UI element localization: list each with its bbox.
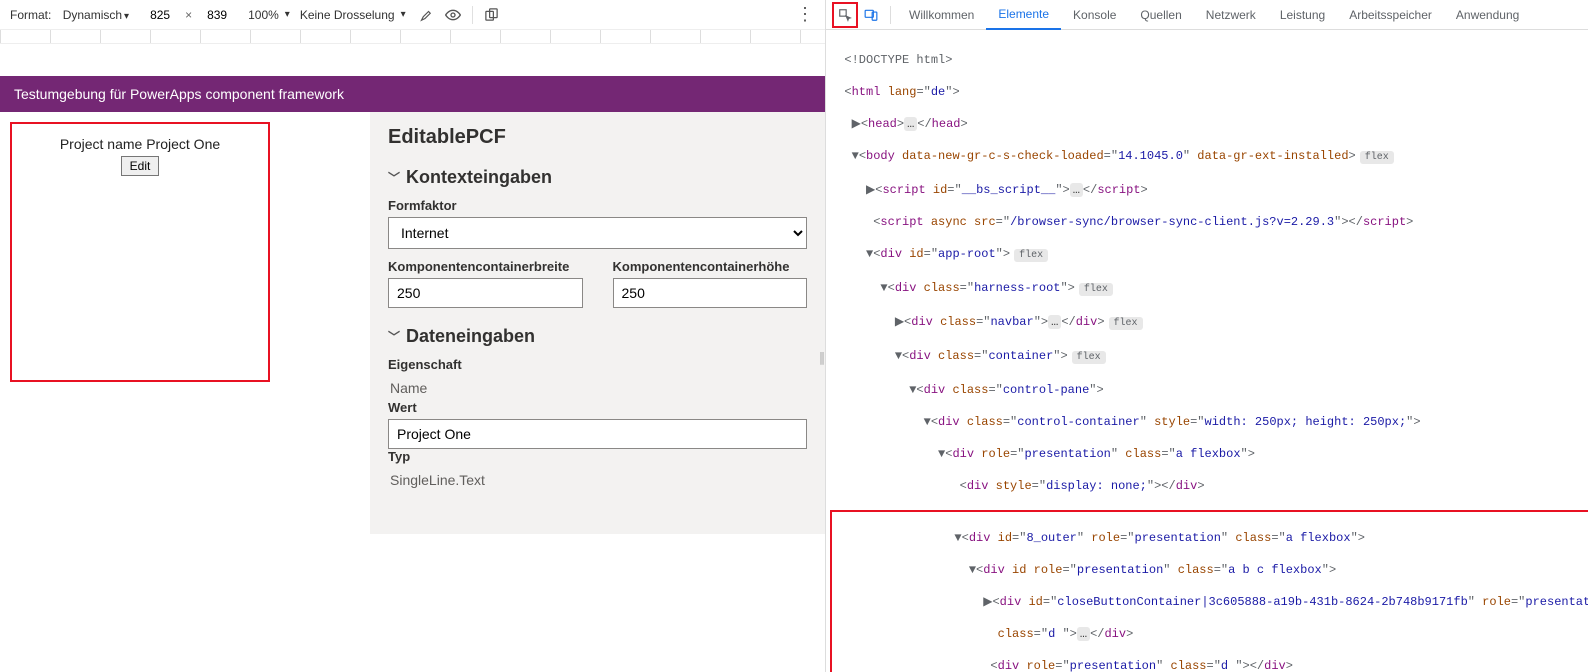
tab-application[interactable]: Anwendung: [1444, 0, 1531, 30]
kebab-menu-icon[interactable]: ⋮: [796, 4, 815, 25]
formfactor-label: Formfaktor: [388, 198, 807, 213]
container-width-label: Komponentencontainerbreite: [388, 259, 583, 274]
type-value: SingleLine.Text: [388, 468, 807, 492]
format-select[interactable]: Format: Dynamisch: [10, 8, 129, 22]
panel-title: EditablePCF: [388, 126, 807, 149]
devtools-toolbar: Willkommen Elemente Konsole Quellen Netz…: [826, 0, 1588, 30]
container-height-input[interactable]: [613, 278, 808, 308]
ruler: [0, 30, 825, 44]
container-height-label: Komponentencontainerhöhe: [613, 259, 808, 274]
viewport-width-input[interactable]: [139, 7, 181, 23]
rotate-icon[interactable]: [483, 6, 501, 24]
property-label: Eigenschaft: [388, 357, 807, 372]
pcf-control-container: Project name Project One Edit: [10, 122, 270, 382]
formfactor-select[interactable]: Internet: [388, 217, 807, 249]
eyedropper-icon[interactable]: [416, 6, 434, 24]
section-data-toggle[interactable]: ﹀ Dateneingaben: [388, 326, 807, 347]
highlighted-dom-range: ▼<div id="8_outer" role="presentation" c…: [830, 510, 1588, 672]
viewport-height-input[interactable]: [196, 7, 238, 23]
type-label: Typ: [388, 449, 807, 464]
throttling-select[interactable]: Keine Drosselung: [300, 8, 406, 22]
section-context-toggle[interactable]: ﹀ Kontexteingaben: [388, 167, 807, 188]
zoom-select[interactable]: 100%: [248, 8, 290, 22]
chevron-down-icon: ﹀: [388, 169, 400, 186]
tab-console[interactable]: Konsole: [1061, 0, 1128, 30]
pcf-display-text: Project name Project One: [60, 136, 220, 152]
app-header: Testumgebung für PowerApps component fra…: [0, 76, 825, 112]
viewport-stage: Testumgebung für PowerApps component fra…: [0, 76, 825, 672]
tab-memory[interactable]: Arbeitsspeicher: [1337, 0, 1444, 30]
property-value: Name: [388, 376, 807, 400]
value-label: Wert: [388, 400, 807, 415]
tab-elements[interactable]: Elemente: [986, 0, 1061, 30]
chevron-down-icon: ﹀: [388, 328, 400, 345]
value-input[interactable]: [388, 419, 807, 449]
elements-dom-tree[interactable]: <!DOCTYPE html> <html lang="de"> ▶<head>…: [826, 30, 1588, 672]
tab-performance[interactable]: Leistung: [1268, 0, 1337, 30]
eye-icon[interactable]: [444, 6, 462, 24]
tab-network[interactable]: Netzwerk: [1194, 0, 1268, 30]
container-width-input[interactable]: [388, 278, 583, 308]
inspect-element-icon[interactable]: [832, 2, 858, 28]
responsive-toolbar: Format: Dynamisch × 100% Keine Drosselun…: [0, 0, 825, 30]
properties-panel: EditablePCF ﹀ Kontexteingaben Formfaktor…: [370, 112, 825, 534]
tab-sources[interactable]: Quellen: [1128, 0, 1193, 30]
edit-button[interactable]: Edit: [121, 156, 160, 176]
dimension-x: ×: [185, 8, 192, 22]
tab-welcome[interactable]: Willkommen: [897, 0, 986, 30]
device-toggle-icon[interactable]: [858, 2, 884, 28]
